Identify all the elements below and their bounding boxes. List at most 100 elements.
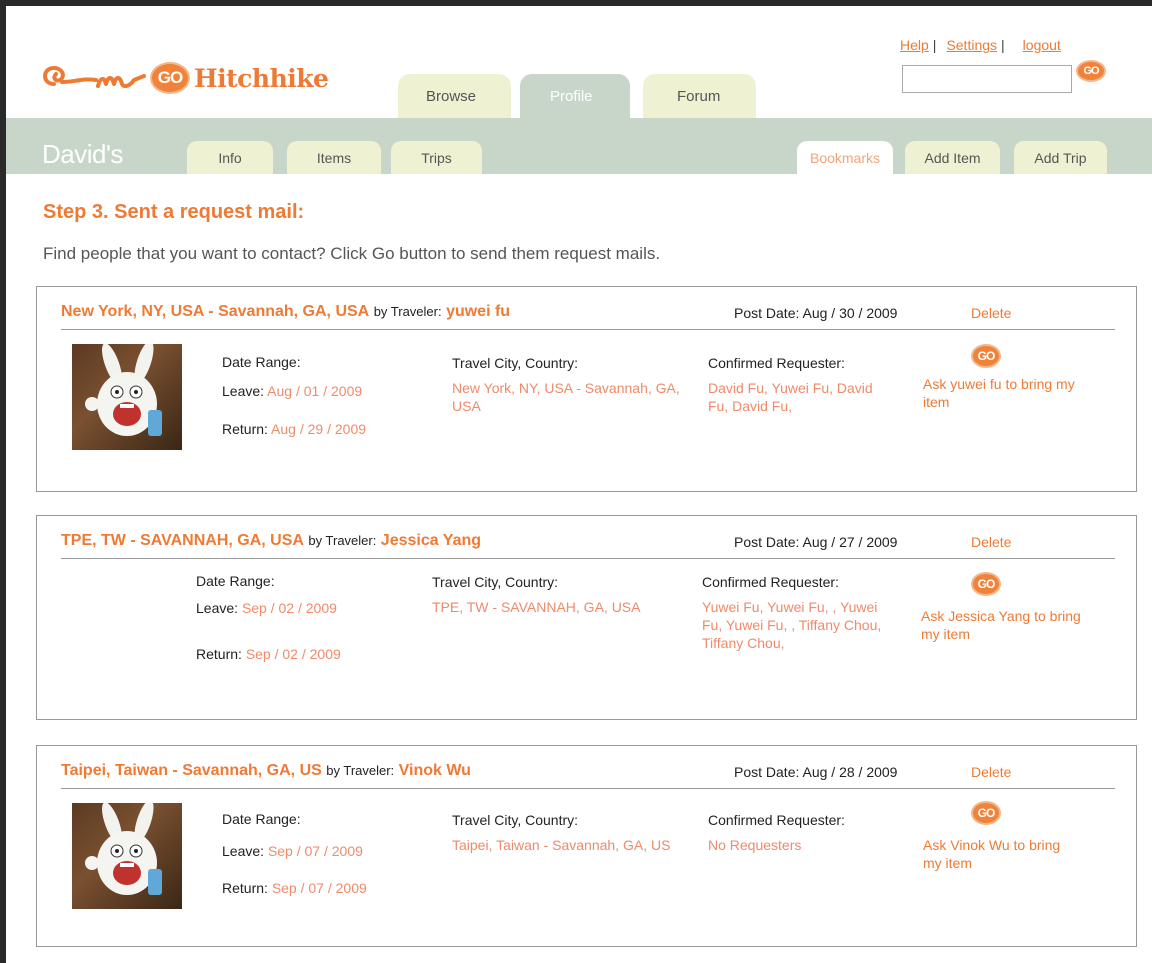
requester-list[interactable]: Yuwei Fu, Yuwei Fu, , Yuwei Fu, Yuwei Fu…: [702, 598, 882, 652]
return-row: Return: Aug / 29 / 2009: [222, 421, 366, 437]
logo-text: Hitchhike: [194, 63, 329, 93]
travel-city-label: Travel City, Country:: [452, 355, 579, 371]
post-date: Post Date: Aug / 28 / 2009: [734, 764, 897, 780]
top-links: Help | Settings | logout: [900, 37, 1061, 53]
swirl-logo-icon: [43, 65, 146, 89]
by-traveler-label: by Traveler:: [373, 304, 442, 319]
trip-card: Taipei, Taiwan - Savannah, GA, US by Tra…: [36, 745, 1137, 947]
travel-city-column: Travel City, Country: Taipei, Taiwan - S…: [452, 811, 692, 854]
return-label: Return:: [222, 880, 268, 896]
leave-label: Leave:: [196, 600, 239, 616]
ask-traveler-text[interactable]: Ask yuwei fu to bring my item: [923, 375, 1093, 411]
confirmed-requester-label: Confirmed Requester:: [708, 355, 845, 371]
leave-label: Leave:: [222, 843, 265, 859]
travel-city-value[interactable]: Taipei, Taiwan - Savannah, GA, US: [452, 836, 692, 854]
tab-profile[interactable]: Profile: [520, 74, 630, 118]
tab-trips[interactable]: Trips: [391, 141, 482, 174]
search-input[interactable]: [902, 65, 1072, 93]
tab-add-trip[interactable]: Add Trip: [1014, 141, 1107, 174]
trip-route[interactable]: TPE, TW - SAVANNAH, GA, USA: [61, 532, 304, 549]
tab-add-item[interactable]: Add Item: [905, 141, 1000, 174]
trip-header: Taipei, Taiwan - Savannah, GA, US by Tra…: [61, 762, 471, 780]
divider: [61, 788, 1115, 789]
search-go-button[interactable]: GO: [1076, 60, 1106, 82]
delete-link[interactable]: Delete: [971, 534, 1011, 550]
trip-card: New York, NY, USA - Savannah, GA, USA by…: [36, 286, 1137, 492]
post-date-label: Post Date:: [734, 764, 800, 780]
post-date: Post Date: Aug / 30 / 2009: [734, 305, 897, 321]
page-description: Find people that you want to contact? Cl…: [43, 244, 661, 263]
return-date[interactable]: Aug / 29 / 2009: [271, 421, 366, 437]
traveler-avatar: [72, 344, 182, 450]
confirmed-requester-label: Confirmed Requester:: [702, 574, 839, 590]
post-date-value: Aug / 27 / 2009: [802, 534, 898, 550]
requester-column: Confirmed Requester: David Fu, Yuwei Fu,…: [708, 354, 883, 415]
requester-column: Confirmed Requester: No Requesters: [708, 811, 883, 854]
leave-row: Leave: Sep / 07 / 2009: [222, 843, 363, 859]
trip-header: TPE, TW - SAVANNAH, GA, USA by Traveler:…: [61, 532, 481, 550]
return-date[interactable]: Sep / 02 / 2009: [246, 646, 341, 662]
date-range-label: Date Range:: [222, 354, 301, 370]
return-label: Return:: [222, 421, 268, 437]
post-date-label: Post Date:: [734, 534, 800, 550]
hitchhike-logo[interactable]: GO Hitchhike: [40, 58, 329, 98]
help-link[interactable]: Help: [900, 37, 929, 53]
confirmed-requester-label: Confirmed Requester:: [708, 812, 845, 828]
tab-items[interactable]: Items: [287, 141, 381, 174]
requester-list: No Requesters: [708, 837, 802, 853]
tab-browse[interactable]: Browse: [398, 74, 511, 118]
post-date-label: Post Date:: [734, 305, 800, 321]
delete-link[interactable]: Delete: [971, 764, 1011, 780]
link-separator: |: [1001, 37, 1005, 53]
date-range-label: Date Range:: [222, 811, 301, 827]
by-traveler-label: by Traveler:: [326, 763, 395, 778]
traveler-name[interactable]: Jessica Yang: [381, 532, 481, 549]
requester-list[interactable]: David Fu, Yuwei Fu, David Fu, David Fu,: [708, 379, 883, 415]
profile-owner-name: David's: [42, 139, 123, 169]
post-date-value: Aug / 28 / 2009: [802, 764, 898, 780]
travel-city-column: Travel City, Country: New York, NY, USA …: [452, 354, 692, 415]
return-row: Return: Sep / 02 / 2009: [196, 646, 341, 662]
travel-city-value[interactable]: New York, NY, USA - Savannah, GA, USA: [452, 379, 692, 415]
go-logo-icon: GO: [150, 62, 190, 94]
traveler-name[interactable]: yuwei fu: [446, 303, 510, 320]
return-date[interactable]: Sep / 07 / 2009: [272, 880, 367, 896]
tab-info[interactable]: Info: [187, 141, 273, 174]
leave-label: Leave:: [222, 383, 265, 399]
trip-header: New York, NY, USA - Savannah, GA, USA by…: [61, 303, 510, 321]
divider: [61, 329, 1115, 330]
by-traveler-label: by Traveler:: [308, 533, 377, 548]
ask-traveler-text[interactable]: Ask Jessica Yang to bring my item: [921, 607, 1081, 643]
return-label: Return:: [196, 646, 242, 662]
leave-date[interactable]: Sep / 02 / 2009: [242, 600, 337, 616]
trip-route[interactable]: New York, NY, USA - Savannah, GA, USA: [61, 303, 369, 320]
traveler-name[interactable]: Vinok Wu: [399, 762, 471, 779]
travel-city-value[interactable]: TPE, TW - SAVANNAH, GA, USA: [432, 598, 682, 616]
go-button[interactable]: GO: [971, 572, 1001, 596]
tab-bookmarks[interactable]: Bookmarks: [797, 141, 893, 174]
requester-column: Confirmed Requester: Yuwei Fu, Yuwei Fu,…: [702, 573, 882, 652]
go-button[interactable]: GO: [971, 801, 1001, 825]
go-button[interactable]: GO: [971, 344, 1001, 368]
page-title: Step 3. Sent a request mail:: [43, 201, 305, 223]
leave-row: Leave: Sep / 02 / 2009: [196, 600, 337, 616]
delete-link[interactable]: Delete: [971, 305, 1011, 321]
rabbid-avatar-icon: [85, 803, 162, 895]
post-date: Post Date: Aug / 27 / 2009: [734, 534, 897, 550]
tab-forum[interactable]: Forum: [643, 74, 756, 118]
trip-route[interactable]: Taipei, Taiwan - Savannah, GA, US: [61, 762, 322, 779]
settings-link[interactable]: Settings: [946, 37, 997, 53]
return-row: Return: Sep / 07 / 2009: [222, 880, 367, 896]
ask-traveler-text[interactable]: Ask Vinok Wu to bring my item: [923, 836, 1073, 872]
traveler-avatar: [72, 803, 182, 909]
trip-card: TPE, TW - SAVANNAH, GA, USA by Traveler:…: [36, 515, 1137, 720]
travel-city-label: Travel City, Country:: [452, 812, 579, 828]
logout-link[interactable]: logout: [1023, 37, 1061, 53]
leave-row: Leave: Aug / 01 / 2009: [222, 383, 362, 399]
post-date-value: Aug / 30 / 2009: [802, 305, 898, 321]
date-range-label: Date Range:: [196, 573, 275, 589]
leave-date[interactable]: Sep / 07 / 2009: [268, 843, 363, 859]
travel-city-label: Travel City, Country:: [432, 574, 559, 590]
leave-date[interactable]: Aug / 01 / 2009: [267, 383, 362, 399]
link-separator: |: [932, 37, 937, 53]
